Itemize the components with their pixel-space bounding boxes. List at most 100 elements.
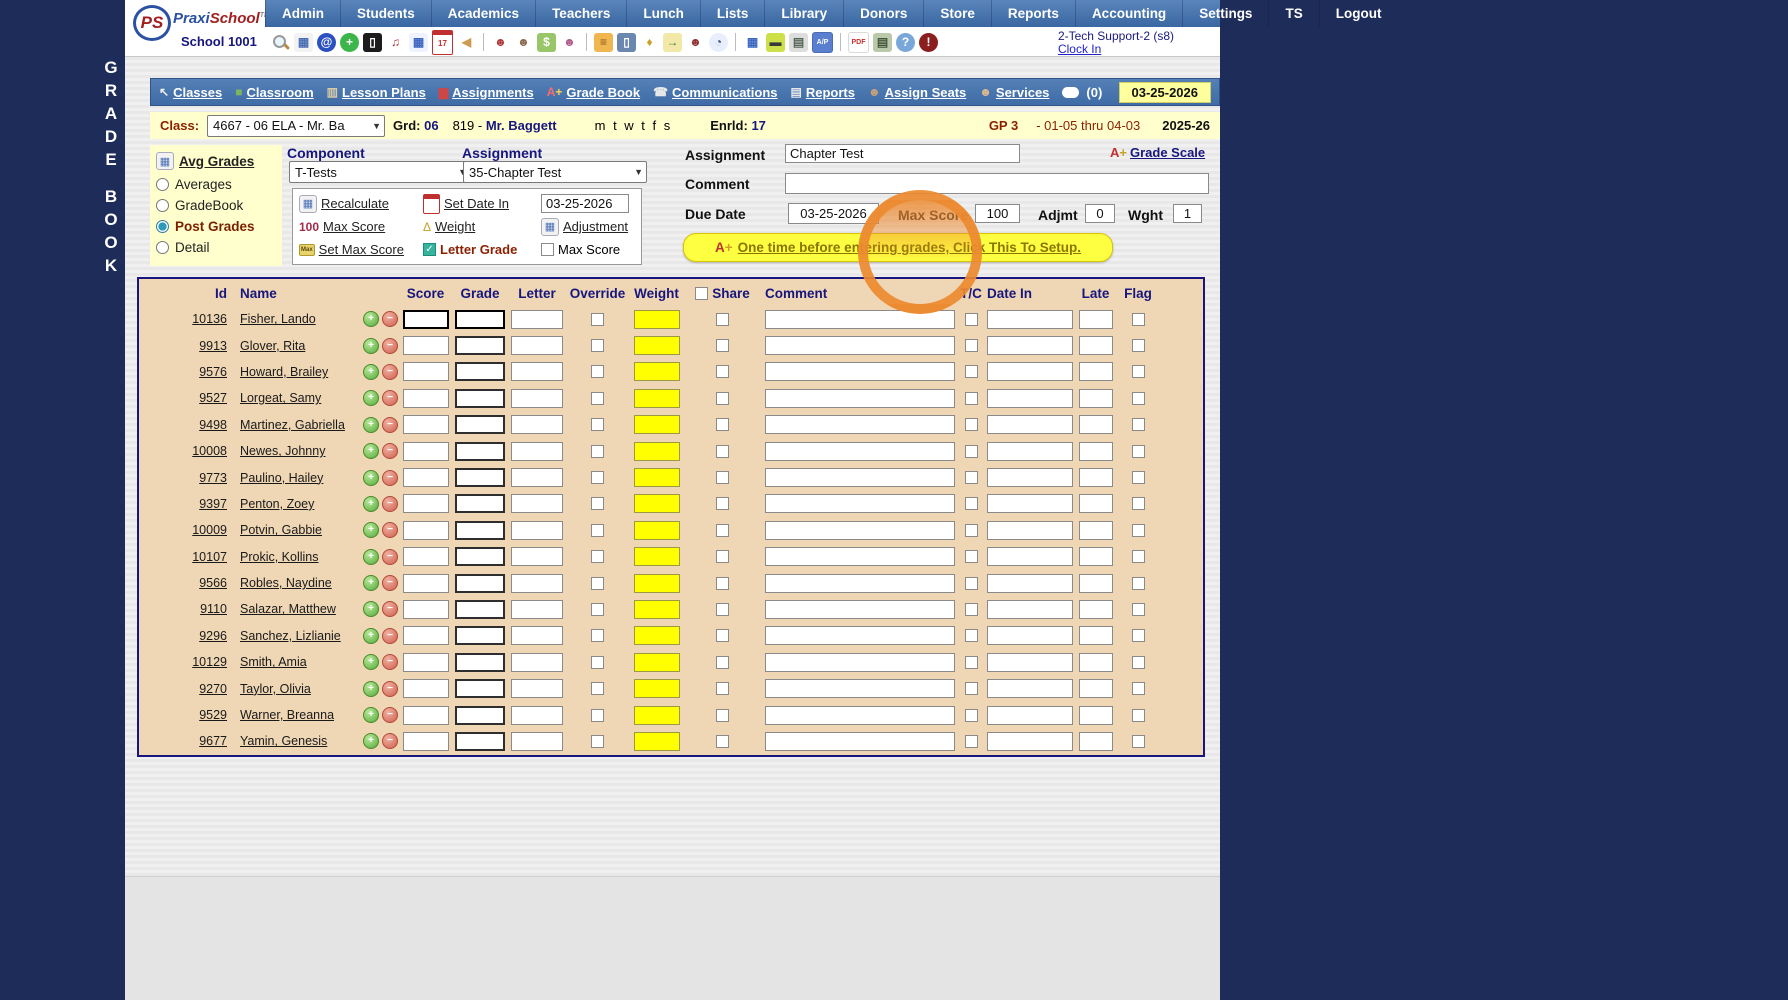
add-score-button[interactable]: + — [363, 654, 379, 670]
nav-item-classroom[interactable]: ■Classroom — [235, 85, 313, 100]
letter-input[interactable] — [511, 600, 563, 619]
late-input[interactable] — [1079, 653, 1113, 672]
weight-input[interactable] — [634, 626, 680, 645]
tc-checkbox[interactable] — [965, 550, 978, 563]
grade-input[interactable] — [455, 732, 505, 751]
share-checkbox[interactable] — [716, 577, 729, 590]
add-score-button[interactable]: + — [363, 443, 379, 459]
comment-input[interactable] — [765, 389, 955, 408]
grade-input[interactable] — [455, 362, 505, 381]
weight-input[interactable] — [634, 310, 680, 329]
flag-checkbox[interactable] — [1132, 682, 1145, 695]
comment-input[interactable] — [765, 442, 955, 461]
override-checkbox[interactable] — [591, 656, 604, 669]
student-id-link[interactable]: 9576 — [199, 365, 234, 379]
student-id-link[interactable]: 9498 — [199, 418, 234, 432]
chat-plus-icon[interactable]: + — [340, 33, 359, 52]
adjustment-link[interactable]: ▦ Adjustment — [541, 218, 635, 236]
weight-input[interactable] — [634, 706, 680, 725]
student-id-link[interactable]: 10008 — [192, 444, 234, 458]
score-input[interactable] — [403, 389, 449, 408]
speaker-icon[interactable]: ♫ — [386, 33, 405, 52]
add-score-button[interactable]: + — [363, 496, 379, 512]
weight-input[interactable] — [634, 415, 680, 434]
late-input[interactable] — [1079, 679, 1113, 698]
add-score-button[interactable]: + — [363, 417, 379, 433]
override-checkbox[interactable] — [591, 339, 604, 352]
due-date-input[interactable]: 03-25-2026 — [788, 203, 879, 224]
flag-checkbox[interactable] — [1132, 524, 1145, 537]
remove-score-button[interactable]: − — [382, 654, 398, 670]
student-id-link[interactable]: 9913 — [199, 339, 234, 353]
comment-input[interactable] — [765, 706, 955, 725]
late-input[interactable] — [1079, 547, 1113, 566]
tc-checkbox[interactable] — [965, 339, 978, 352]
remove-score-button[interactable]: − — [382, 522, 398, 538]
grade-input[interactable] — [455, 653, 505, 672]
comment-input[interactable] — [785, 173, 1209, 194]
flag-checkbox[interactable] — [1132, 735, 1145, 748]
letter-input[interactable] — [511, 468, 563, 487]
late-input[interactable] — [1079, 310, 1113, 329]
letter-input[interactable] — [511, 415, 563, 434]
date-in-input[interactable] — [987, 494, 1073, 513]
weight-input[interactable] — [634, 362, 680, 381]
share-checkbox[interactable] — [716, 682, 729, 695]
nav-item-assign-seats[interactable]: ☻Assign Seats — [868, 85, 966, 100]
comment-input[interactable] — [765, 600, 955, 619]
score-input[interactable] — [403, 521, 449, 540]
radio-detail[interactable] — [156, 241, 169, 254]
weight-input[interactable] — [634, 653, 680, 672]
share-checkbox[interactable] — [716, 735, 729, 748]
tc-checkbox[interactable] — [965, 524, 978, 537]
tc-checkbox[interactable] — [965, 497, 978, 510]
flag-checkbox[interactable] — [1132, 577, 1145, 590]
letter-input[interactable] — [511, 362, 563, 381]
current-date-box[interactable]: 03-25-2026 — [1119, 82, 1212, 103]
date-in-input[interactable] — [987, 336, 1073, 355]
add-score-button[interactable]: + — [363, 311, 379, 327]
date-in-input[interactable]: 03-25-2026 — [541, 194, 629, 213]
score-input[interactable] — [403, 574, 449, 593]
student-name-link[interactable]: Fisher, Lando — [234, 312, 316, 326]
max-score-checkbox[interactable] — [541, 243, 554, 256]
setup-notice-banner[interactable]: A+ One time before entering grades, Clic… — [683, 233, 1113, 262]
late-input[interactable] — [1079, 600, 1113, 619]
student-name-link[interactable]: Glover, Rita — [234, 339, 305, 353]
grade-scale-link[interactable]: A+ Grade Scale — [1110, 145, 1205, 160]
comment-input[interactable] — [765, 574, 955, 593]
date-in-input[interactable] — [987, 415, 1073, 434]
payment-icon[interactable]: $ — [537, 33, 556, 52]
letter-input[interactable] — [511, 574, 563, 593]
student-name-link[interactable]: Martinez, Gabriella — [234, 418, 345, 432]
view-option-detail[interactable]: Detail — [156, 240, 276, 255]
override-checkbox[interactable] — [591, 418, 604, 431]
menu-item-reports[interactable]: Reports — [991, 0, 1075, 27]
comment-input[interactable] — [765, 310, 955, 329]
student-id-link[interactable]: 9397 — [199, 497, 234, 511]
nav-item-assignments[interactable]: ▆Assignments — [439, 85, 534, 100]
add-score-button[interactable]: + — [363, 601, 379, 617]
flag-checkbox[interactable] — [1132, 445, 1145, 458]
score-input[interactable] — [403, 336, 449, 355]
check-card-icon[interactable]: ▬ — [766, 33, 785, 52]
tc-checkbox[interactable] — [965, 682, 978, 695]
date-in-input[interactable] — [987, 468, 1073, 487]
flag-checkbox[interactable] — [1132, 629, 1145, 642]
view-option-gradebook[interactable]: GradeBook — [156, 198, 276, 213]
flag-checkbox[interactable] — [1132, 603, 1145, 616]
student-id-link[interactable]: 9270 — [199, 682, 234, 696]
letter-input[interactable] — [511, 706, 563, 725]
send-note-icon[interactable]: → — [663, 33, 682, 52]
flag-checkbox[interactable] — [1132, 550, 1145, 563]
menu-item-logout[interactable]: Logout — [1319, 0, 1398, 27]
date-in-input[interactable] — [987, 600, 1073, 619]
date-in-input[interactable] — [987, 547, 1073, 566]
late-input[interactable] — [1079, 494, 1113, 513]
letter-input[interactable] — [511, 732, 563, 751]
view-option-post-grades[interactable]: Post Grades — [156, 219, 276, 234]
date-in-input[interactable] — [987, 310, 1073, 329]
student-id-link[interactable]: 9566 — [199, 576, 234, 590]
remove-score-button[interactable]: − — [382, 601, 398, 617]
student-name-link[interactable]: Yamin, Genesis — [234, 734, 327, 748]
